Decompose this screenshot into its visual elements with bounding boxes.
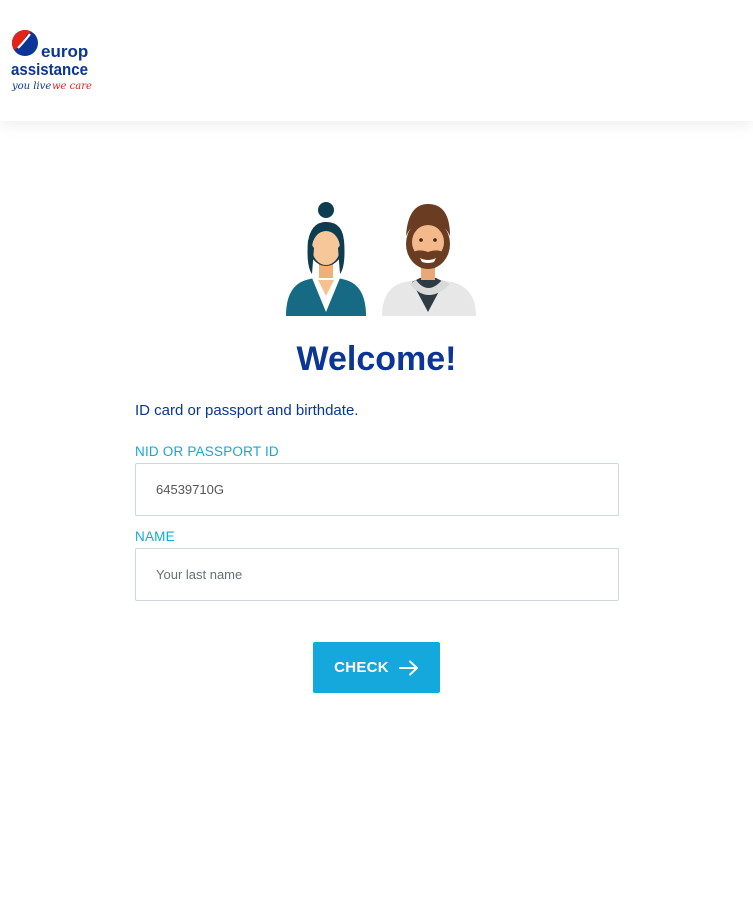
europ-assistance-logo[interactable]: europ assistance you live we care [10, 28, 92, 94]
man-avatar-icon [382, 204, 476, 316]
name-input[interactable] [156, 567, 598, 582]
page-title: Welcome! [296, 340, 457, 378]
check-button-label: CHECK [334, 659, 389, 676]
name-label: NAME [135, 529, 175, 544]
logo-text-line1: europ [41, 42, 88, 61]
nid-label: NID OR PASSPORT ID [135, 444, 279, 459]
logo-mark: europ assistance you live we care [11, 29, 92, 92]
nid-input[interactable] [156, 482, 598, 497]
logo-tagline-a: you live [11, 81, 51, 92]
arrow-right-icon [398, 660, 418, 675]
woman-avatar-icon [286, 202, 366, 316]
logo-text-line2: assistance [11, 60, 88, 79]
name-field[interactable] [135, 548, 619, 601]
page-subtitle: ID card or passport and birthdate. [135, 402, 359, 419]
logo-tagline-b: we care [52, 81, 92, 92]
header: europ assistance you live we care [0, 0, 753, 121]
avatars-illustration [282, 200, 478, 318]
check-button[interactable]: CHECK [313, 642, 440, 693]
nid-field[interactable] [135, 463, 619, 516]
